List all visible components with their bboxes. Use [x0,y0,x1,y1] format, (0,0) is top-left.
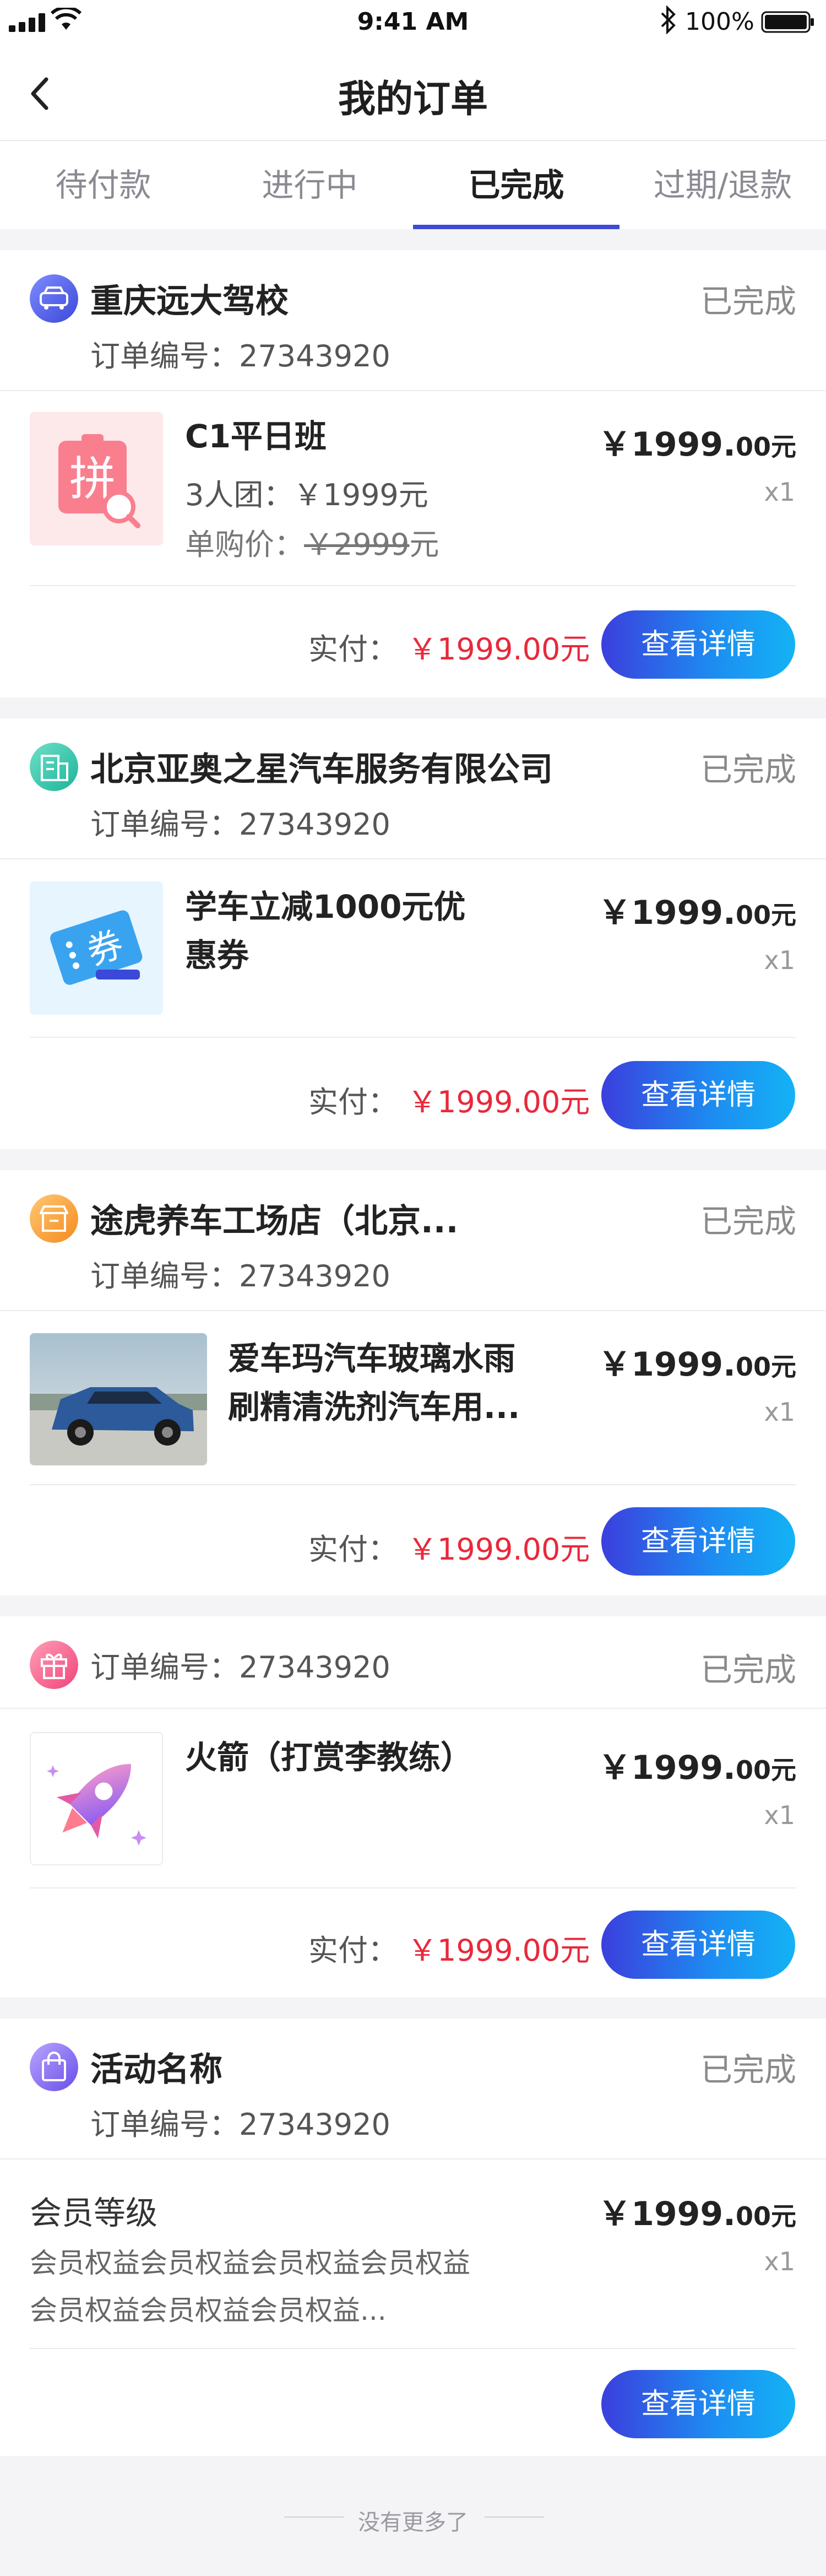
order-tabs: 待付款 进行中 已完成 过期/退款 [0,141,826,229]
single-price: 单购价：￥2999元 [185,527,439,562]
divider [30,2348,796,2349]
no-more-text: 没有更多了 [358,2510,468,2535]
benefits-line2: 会员权益会员权益会员权益... [30,2294,387,2326]
item-quantity: x1 [764,1397,796,1427]
order-status: 已完成 [700,283,796,320]
order-header: 重庆远大驾校 订单编号：27343920 已完成 [0,250,826,391]
item-title: 火箭（打赏李教练） [185,1739,473,1776]
divider [30,585,796,586]
battery-percent: 100% [685,8,754,36]
order-number: 订单编号：27343920 [90,1259,390,1294]
item-price: ￥1999.00元 [598,425,796,464]
benefits-line1: 会员权益会员权益会员权益会员权益 [30,2247,470,2279]
tab-in-progress[interactable]: 进行中 [206,141,413,229]
nav-bar: 我的订单 [0,47,826,141]
item-title-line1: 爱车玛汽车玻璃水雨 [228,1340,516,1377]
item-quantity: x1 [764,2247,796,2276]
shop-name: 重庆远大驾校 [90,282,289,321]
tab-expired-refund[interactable]: 过期/退款 [620,141,826,229]
view-details-button[interactable]: 查看详情 [601,2370,795,2438]
product-thumbnail [30,1732,163,1865]
item-price: ￥1999.00元 [598,2195,796,2233]
item-title: C1平日班 [185,418,327,455]
original-price: ￥2999 [304,527,410,562]
item-quantity: x1 [764,945,796,975]
shopping-bag-icon [30,2043,78,2091]
divider [30,1037,796,1038]
view-details-button[interactable]: 查看详情 [601,1911,795,1979]
order-card: 途虎养车工场店（北京... 订单编号：27343920 已完成 爱车玛汽车玻璃水… [0,1170,826,1595]
item-price: ￥1999.00元 [598,1749,796,1787]
active-tab-indicator [413,225,620,229]
gift-icon [30,1641,78,1689]
activity-name: 活动名称 [90,2050,222,2089]
order-status: 已完成 [700,751,796,788]
group-price: 3人团：￥1999元 [185,478,428,512]
car-icon [30,274,78,323]
order-header: 活动名称 订单编号：27343920 已完成 [0,2018,826,2160]
product-thumbnail: 拼 [30,412,163,545]
order-card: 北京亚奥之星汽车服务有限公司 订单编号：27343920 已完成 券 学车立减1… [0,718,826,1149]
battery-icon [761,11,814,33]
view-details-button[interactable]: 查看详情 [601,1507,795,1576]
building-icon [30,743,78,791]
order-number: 订单编号：27343920 [90,2107,390,2142]
item-price: ￥1999.00元 [598,1345,796,1384]
item-price: ￥1999.00元 [598,894,796,932]
order-status: 已完成 [700,2051,796,2088]
page-title: 我的订单 [338,78,488,121]
shop-name: 北京亚奥之星汽车服务有限公司 [90,750,553,789]
order-card: 订单编号：27343920 已完成 火箭（打赏李教练） ￥1999.00元 x1… [0,1616,826,1998]
order-header: 北京亚奥之星汽车服务有限公司 订单编号：27343920 已完成 [0,718,826,859]
store-icon [30,1194,78,1243]
tab-completed[interactable]: 已完成 [413,141,620,229]
order-card: 重庆远大驾校 订单编号：27343920 已完成 拼 C1平日班 3人团：￥19… [0,250,826,697]
order-status: 已完成 [700,1203,796,1240]
paid-amount: ￥1999.00元 [407,1085,590,1119]
item-title-line1: 学车立减1000元优 [185,888,466,926]
coupon-icon: 券 [50,910,143,985]
item-title-line2: 惠券 [185,937,249,974]
rocket-icon [47,1764,146,1846]
view-details-button[interactable]: 查看详情 [601,610,795,679]
group-buy-icon: 拼 [58,434,140,528]
paid-label: 实付： [308,1532,398,1567]
paid-label: 实付： [308,632,398,667]
order-header: 订单编号：27343920 已完成 [0,1616,826,1709]
status-bar: 9:41 AM 100% [0,0,826,47]
footer-divider-right [485,2517,544,2518]
tab-pending-payment[interactable]: 待付款 [0,141,206,229]
paid-amount: ￥1999.00元 [407,1933,590,1968]
divider [30,1484,796,1485]
view-details-button[interactable]: 查看详情 [601,1061,795,1129]
order-header: 途虎养车工场店（北京... 订单编号：27343920 已完成 [0,1170,826,1311]
order-status: 已完成 [700,1651,796,1689]
product-thumbnail: 券 [30,881,163,1015]
paid-label: 实付： [308,1085,398,1119]
order-card: 活动名称 订单编号：27343920 已完成 会员等级 会员权益会员权益会员权益… [0,2018,826,2456]
car-photo-image [30,1333,207,1465]
order-number: 订单编号：27343920 [90,1650,390,1685]
product-photo [30,1333,207,1465]
membership-level: 会员等级 [30,2194,158,2232]
shop-name: 途虎养车工场店（北京... [90,1202,459,1241]
order-number: 订单编号：27343920 [90,807,390,842]
order-number: 订单编号：27343920 [90,339,390,374]
item-title-line2: 刷精清洗剂汽车用... [228,1388,520,1426]
item-quantity: x1 [764,477,796,507]
paid-label: 实付： [308,1933,398,1968]
bluetooth-icon [661,6,676,34]
paid-amount: ￥1999.00元 [407,1532,590,1567]
paid-amount: ￥1999.00元 [407,632,590,667]
item-quantity: x1 [764,1800,796,1830]
divider [30,1887,796,1888]
